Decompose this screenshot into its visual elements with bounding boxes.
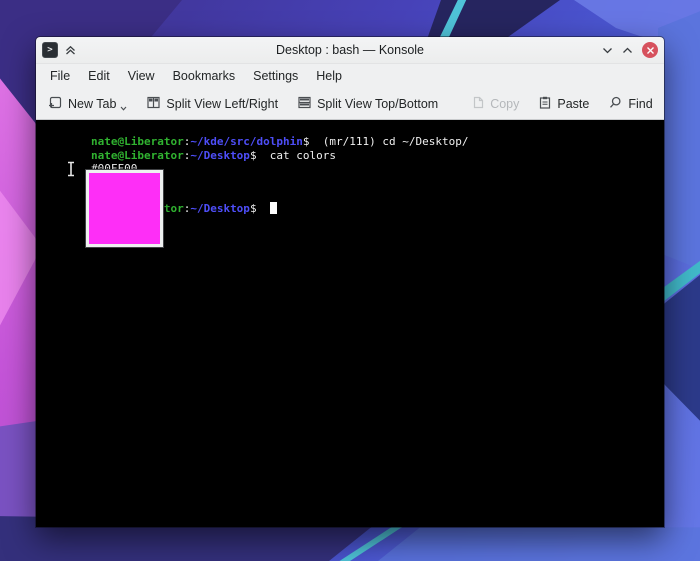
copy-label: Copy <box>490 97 519 111</box>
command-text: (mr/111) cd ~/Desktop/ <box>310 135 469 148</box>
paste-label: Paste <box>557 97 589 111</box>
new-tab-button[interactable]: New Tab <box>45 90 130 117</box>
menu-edit[interactable]: Edit <box>79 66 119 86</box>
close-button[interactable] <box>642 42 658 58</box>
command-text: cat colors <box>257 149 336 162</box>
prompt-dollar: $ <box>250 202 257 215</box>
prompt-space <box>257 202 270 215</box>
maximize-button[interactable] <box>622 45 633 56</box>
menu-help[interactable]: Help <box>307 66 351 86</box>
split-lr-label: Split View Left/Right <box>166 97 278 111</box>
split-view-left-right-button[interactable]: Split View Left/Right <box>144 93 281 115</box>
tab-new-icon <box>48 96 62 112</box>
menu-file[interactable]: File <box>41 66 79 86</box>
window-title: Desktop : bash — Konsole <box>36 43 664 57</box>
color-preview-tooltip <box>86 170 163 247</box>
minimize-button[interactable] <box>602 45 613 56</box>
search-icon <box>609 96 622 112</box>
split-horizontal-icon <box>298 96 311 112</box>
new-tab-label: New Tab <box>68 97 116 111</box>
prompt-path: ~/Desktop <box>190 202 250 215</box>
terminal-line: nate@Liberator:~/kde/src/dolphin$ (mr/11… <box>38 122 664 135</box>
prompt-user-host: nate@Liberator <box>91 135 184 148</box>
menubar: File Edit View Bookmarks Settings Help <box>36 64 664 88</box>
split-view-top-bottom-button[interactable]: Split View Top/Bottom <box>295 93 441 115</box>
konsole-app-icon: > <box>42 42 58 58</box>
ibeam-pointer-icon <box>66 161 76 180</box>
find-label: Find <box>628 97 652 111</box>
paste-icon <box>539 96 551 112</box>
prompt-path: ~/kde/src/dolphin <box>190 135 303 148</box>
toolbar: New Tab Split View Left/Right Split View… <box>36 88 664 120</box>
chevron-down-icon[interactable] <box>120 100 127 114</box>
split-tb-label: Split View Top/Bottom <box>317 97 438 111</box>
keep-above-icon[interactable] <box>65 45 76 56</box>
paste-button[interactable]: Paste <box>536 93 592 115</box>
copy-button[interactable]: Copy <box>469 93 522 115</box>
desktop: Desktop : bash — Konsole > <box>0 0 700 561</box>
find-button[interactable]: Find <box>606 93 655 115</box>
prompt-dollar: $ <box>250 149 257 162</box>
menu-settings[interactable]: Settings <box>244 66 307 86</box>
titlebar[interactable]: Desktop : bash — Konsole > <box>36 37 664 64</box>
menu-bookmarks[interactable]: Bookmarks <box>164 66 245 86</box>
menu-view[interactable]: View <box>119 66 164 86</box>
konsole-window: Desktop : bash — Konsole > <box>36 37 664 527</box>
terminal-viewport[interactable]: nate@Liberator:~/kde/src/dolphin$ (mr/11… <box>36 120 664 527</box>
prompt-dollar: $ <box>303 135 310 148</box>
prompt-user-host: nate@Liberator <box>91 149 184 162</box>
prompt-path: ~/Desktop <box>190 149 250 162</box>
terminal-cursor <box>270 202 277 214</box>
copy-icon <box>472 96 484 112</box>
split-vertical-icon <box>147 96 160 112</box>
